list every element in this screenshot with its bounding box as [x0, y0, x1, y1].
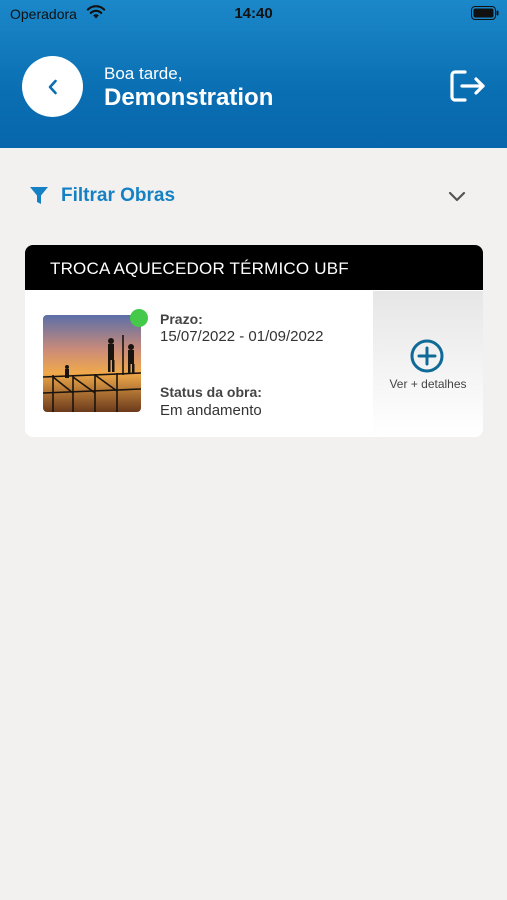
status-time: 14:40	[234, 5, 273, 22]
prazo-label: Prazo:	[160, 311, 203, 327]
filter-label: Filtrar Obras	[61, 185, 176, 206]
status-value: Em andamento	[160, 402, 262, 419]
card-header: TROCA AQUECEDOR TÉRMICO UBF	[25, 245, 483, 290]
chevron-left-icon	[48, 79, 57, 94]
filter-toggle[interactable]: Filtrar Obras	[27, 178, 472, 214]
user-name: Demonstration	[104, 84, 274, 111]
logout-icon[interactable]	[449, 68, 487, 104]
details-label: Ver + detalhes	[389, 377, 467, 391]
status-indicator-dot	[130, 309, 148, 327]
back-button[interactable]	[22, 56, 83, 117]
obra-thumbnail	[43, 315, 141, 412]
app-header: Operadora 14:40 Boa tarde, Demonstration	[0, 0, 507, 148]
plus-circle-icon	[410, 339, 444, 373]
details-button[interactable]: Ver + detalhes	[373, 291, 483, 437]
obra-title: TROCA AQUECEDOR TÉRMICO UBF	[50, 259, 349, 278]
obra-card[interactable]: TROCA AQUECEDOR TÉRMICO UBF Prazo: 15/07…	[25, 245, 483, 437]
chevron-down-icon	[448, 191, 466, 202]
filter-icon	[30, 187, 48, 204]
battery-icon	[471, 6, 499, 20]
greeting-text: Boa tarde,	[104, 64, 183, 83]
prazo-value: 15/07/2022 - 01/09/2022	[160, 328, 324, 345]
status-label: Status da obra:	[160, 384, 262, 400]
status-bar: Operadora 14:40	[0, 0, 507, 30]
